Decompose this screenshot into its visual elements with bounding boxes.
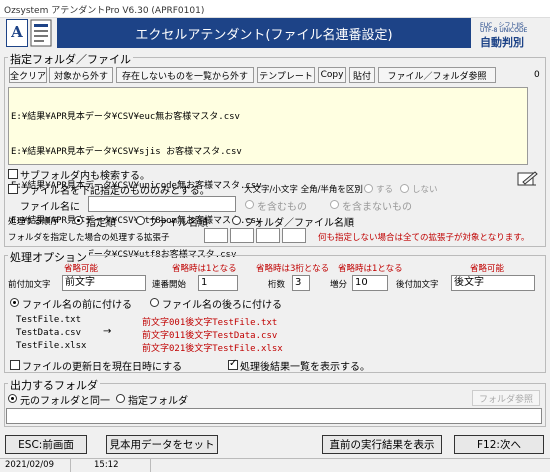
update-time-checkbox[interactable]: [10, 360, 20, 370]
folder-section-label: 指定フォルダ／ファイル: [8, 51, 133, 67]
folder-browse-button[interactable]: フォルダ参照: [472, 390, 540, 406]
extension-input-3[interactable]: [256, 228, 280, 243]
filter-label: ファイル名を下記指定のもののみとする。: [20, 186, 210, 197]
specified-folder-radio[interactable]: [116, 394, 125, 403]
file-count: 0: [534, 70, 540, 80]
file-list[interactable]: E:¥結果¥APR見本データ¥CSV¥euc無お客様マスタ.csv E:¥結果¥…: [8, 87, 528, 260]
case-label: 大文字/小文字 全角/半角を区別: [244, 185, 363, 195]
encoding-logo-line2: UTF-8 UNICODE: [480, 27, 528, 34]
prefix-omittable-note: 省略可能: [64, 264, 99, 274]
case-yes-radio[interactable]: [364, 184, 373, 193]
order-specified-radio[interactable]: [74, 216, 83, 225]
extension-input-2[interactable]: [230, 228, 254, 243]
browse-file-folder-button[interactable]: ファイル／フォルダ参照: [378, 67, 496, 83]
order-folder-filename-radio[interactable]: [232, 216, 241, 225]
status-time: 15:12: [94, 460, 119, 470]
extension-input-1[interactable]: [204, 228, 228, 243]
not-contain-label: を含まないもの: [342, 202, 412, 213]
status-divider: [150, 459, 151, 472]
filename-prefix-label: ファイル名に: [20, 202, 80, 213]
same-folder-label: 元のフォルダと同一: [20, 396, 110, 407]
digits-input[interactable]: 3: [292, 275, 310, 291]
suffix-omittable-note: 省略可能: [470, 264, 505, 274]
esc-back-button[interactable]: ESC:前画面: [5, 435, 87, 454]
digits-omit-note: 省略時は3桁となる: [256, 264, 330, 274]
extension-note: 何も指定しない場合は全ての拡張子が対象となります。: [318, 233, 530, 243]
example-source-1: TestFile.txt: [16, 315, 82, 325]
not-contain-radio[interactable]: [330, 200, 339, 209]
app-icon: [30, 19, 52, 47]
show-last-result-button[interactable]: 直前の実行結果を表示: [322, 435, 442, 454]
edit-note-icon[interactable]: [517, 170, 539, 188]
example-result-1: 前文字001後文字TestFile.txt: [142, 318, 278, 328]
output-section-label: 出力するフォルダ: [8, 377, 100, 393]
encoding-logo-line3: 自動判別: [480, 36, 524, 49]
list-item[interactable]: E:¥結果¥APR見本データ¥CSV¥euc無お客様マスタ.csv: [11, 112, 525, 124]
case-no-label: しない: [412, 185, 438, 195]
show-results-label: 処理後結果一覧を表示する。: [240, 362, 370, 373]
encoding-logo: EUC シフトJIS UTF-8 UNICODE 自動判別: [478, 19, 546, 49]
list-item[interactable]: E:¥結果¥APR見本データ¥CSV¥sjis お客様マスタ.csv: [11, 147, 525, 159]
before-name-radio[interactable]: [10, 298, 19, 307]
order-folder-filename-label: フォルダ／ファイル名順: [244, 218, 354, 229]
example-source-2: TestData.csv: [16, 328, 82, 338]
show-results-checkbox[interactable]: [228, 358, 238, 370]
clear-all-button[interactable]: 全クリア: [9, 67, 47, 83]
start-input[interactable]: 1: [198, 275, 238, 291]
filename-filter-input[interactable]: [88, 196, 236, 212]
set-sample-data-button[interactable]: 見本用データをセット: [106, 435, 218, 454]
filter-checkbox[interactable]: [8, 184, 18, 194]
output-path-input[interactable]: [6, 408, 542, 424]
title-bar: Ozsystem アテンダントPro V6.30 (APRF0101): [0, 0, 550, 18]
copy-button[interactable]: Copy: [318, 67, 346, 83]
inc-omit-note: 省略時は1となる: [338, 264, 403, 274]
after-name-label: ファイル名の後ろに付ける: [162, 300, 282, 311]
remove-missing-button[interactable]: 存在しないものを一覧から外す: [116, 67, 254, 83]
suffix-label: 後付加文字: [396, 280, 439, 290]
status-bar: 2021/02/09 15:12: [0, 458, 550, 472]
before-name-label: ファイル名の前に付ける: [22, 300, 132, 311]
increment-input[interactable]: 10: [352, 275, 388, 291]
window-title: Ozsystem アテンダントPro V6.30 (APRF0101): [4, 6, 205, 16]
paste-button[interactable]: 貼付: [349, 67, 375, 83]
app-logo: A: [6, 19, 28, 47]
scroll-area: [529, 88, 541, 164]
banner-title: エクセルアテンダント(ファイル名連番設定): [57, 18, 471, 48]
template-button[interactable]: テンプレート: [257, 67, 315, 83]
digits-label: 桁数: [268, 280, 286, 290]
increment-label: 増分: [330, 280, 348, 290]
subfolder-label: サブフォルダ内も検索する。: [20, 171, 150, 182]
order-specified-label: 指定順: [86, 218, 116, 229]
start-omit-note: 省略時は1となる: [172, 264, 237, 274]
example-result-3: 前文字021後文字TestFile.xlsx: [142, 344, 283, 354]
order-filename-radio[interactable]: [136, 216, 145, 225]
logo-letter: A: [11, 23, 23, 41]
after-name-radio[interactable]: [150, 298, 159, 307]
contain-radio[interactable]: [245, 200, 254, 209]
order-filename-label: ファイル名順: [148, 218, 208, 229]
subfolder-checkbox[interactable]: [8, 169, 18, 179]
case-yes-label: する: [376, 185, 394, 195]
order-label: 処理する順序: [8, 217, 60, 227]
f12-next-button[interactable]: F12:次へ: [454, 435, 544, 454]
example-arrow: →: [103, 326, 112, 337]
contain-label: を含むもの: [257, 202, 307, 213]
extension-input-4[interactable]: [282, 228, 306, 243]
example-result-2: 前文字011後文字TestData.csv: [142, 331, 278, 341]
prefix-label: 前付加文字: [8, 280, 51, 290]
case-no-radio[interactable]: [400, 184, 409, 193]
status-divider: [70, 459, 71, 472]
prefix-input[interactable]: 前文字: [62, 275, 146, 291]
specified-folder-label: 指定フォルダ: [128, 396, 188, 407]
start-label: 連番開始: [152, 280, 187, 290]
update-time-label: ファイルの更新日を現在日時にする: [22, 362, 183, 373]
suffix-input[interactable]: 後文字: [451, 275, 535, 291]
example-source-3: TestFile.xlsx: [16, 341, 87, 351]
remove-target-button[interactable]: 対象から外す: [49, 67, 113, 83]
same-folder-radio[interactable]: [8, 394, 17, 403]
status-date: 2021/02/09: [5, 460, 54, 470]
extension-label: フォルダを指定した場合の処理する拡張子: [8, 233, 170, 243]
